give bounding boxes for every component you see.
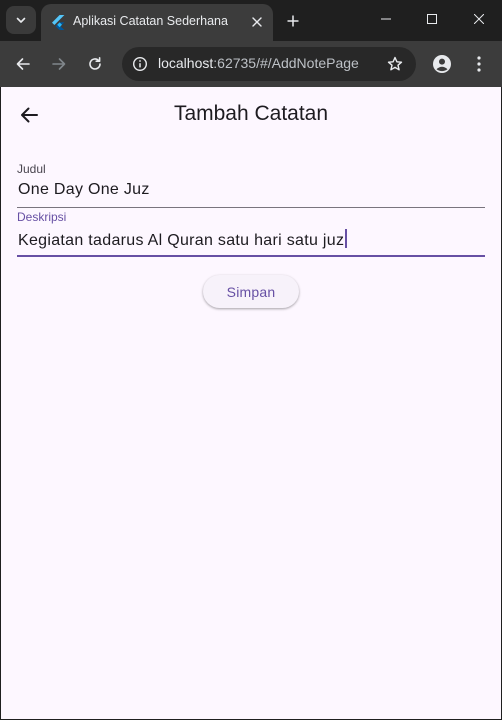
deskripsi-underline: [17, 255, 485, 257]
judul-input[interactable]: One Day One Juz: [17, 181, 485, 205]
back-nav-button[interactable]: [9, 50, 37, 78]
address-bar[interactable]: localhost:62735/#/AddNotePage: [122, 47, 416, 81]
tune-icon: [132, 56, 148, 72]
deskripsi-field[interactable]: Deskripsi Kegiatan tadarus Al Quran satu…: [17, 210, 485, 257]
tab-title: Aplikasi Catatan Sederhana: [73, 14, 228, 28]
judul-label: Judul: [17, 162, 46, 176]
judul-field[interactable]: Judul One Day One Juz: [17, 162, 485, 208]
maximize-button[interactable]: [409, 0, 455, 38]
app-bar: Tambah Catatan: [1, 87, 501, 143]
text-caret: [345, 229, 347, 248]
judul-underline: [17, 207, 485, 208]
deskripsi-value: Kegiatan tadarus Al Quran satu hari satu…: [18, 232, 345, 249]
account-icon: [433, 55, 451, 73]
chevron-down-icon: [16, 17, 26, 23]
plus-icon: [287, 15, 299, 27]
app-viewport: Tambah Catatan Judul One Day One Juz Des…: [1, 87, 501, 719]
save-button[interactable]: Simpan: [203, 275, 299, 308]
reload-button[interactable]: [81, 50, 109, 78]
browser-menu-button[interactable]: [465, 50, 493, 78]
reload-icon: [89, 57, 101, 70]
new-tab-button[interactable]: [281, 9, 305, 33]
arrow-right-icon: [52, 58, 66, 70]
page-title: Tambah Catatan: [173, 102, 329, 125]
maximize-icon: [427, 14, 437, 24]
tab-search-button[interactable]: [6, 6, 36, 34]
browser-tab[interactable]: Aplikasi Catatan Sederhana: [41, 4, 273, 41]
more-vert-icon: [477, 56, 481, 72]
url-host: localhost: [158, 55, 214, 71]
close-icon: [474, 14, 484, 24]
deskripsi-label: Deskripsi: [17, 210, 67, 224]
close-icon: [252, 17, 262, 27]
forward-nav-button[interactable]: [45, 50, 73, 78]
browser-tab-strip: Aplikasi Catatan Sederhana: [0, 0, 502, 41]
url-text: localhost:62735/#/AddNotePage: [158, 55, 359, 71]
browser-toolbar: localhost:62735/#/AddNotePage: [0, 41, 502, 87]
site-info-button[interactable]: [128, 52, 152, 76]
minimize-button[interactable]: [363, 0, 409, 38]
arrow-left-icon: [16, 58, 30, 70]
profile-button[interactable]: [428, 50, 456, 78]
flutter-icon: [52, 15, 65, 30]
star-icon: [387, 56, 403, 71]
tab-close-button[interactable]: [247, 12, 267, 32]
window-close-button[interactable]: [456, 0, 502, 38]
minimize-icon: [381, 18, 391, 20]
url-path: :62735/#/AddNotePage: [213, 55, 359, 71]
deskripsi-input[interactable]: Kegiatan tadarus Al Quran satu hari satu…: [17, 229, 485, 253]
bookmark-button[interactable]: [383, 52, 407, 76]
